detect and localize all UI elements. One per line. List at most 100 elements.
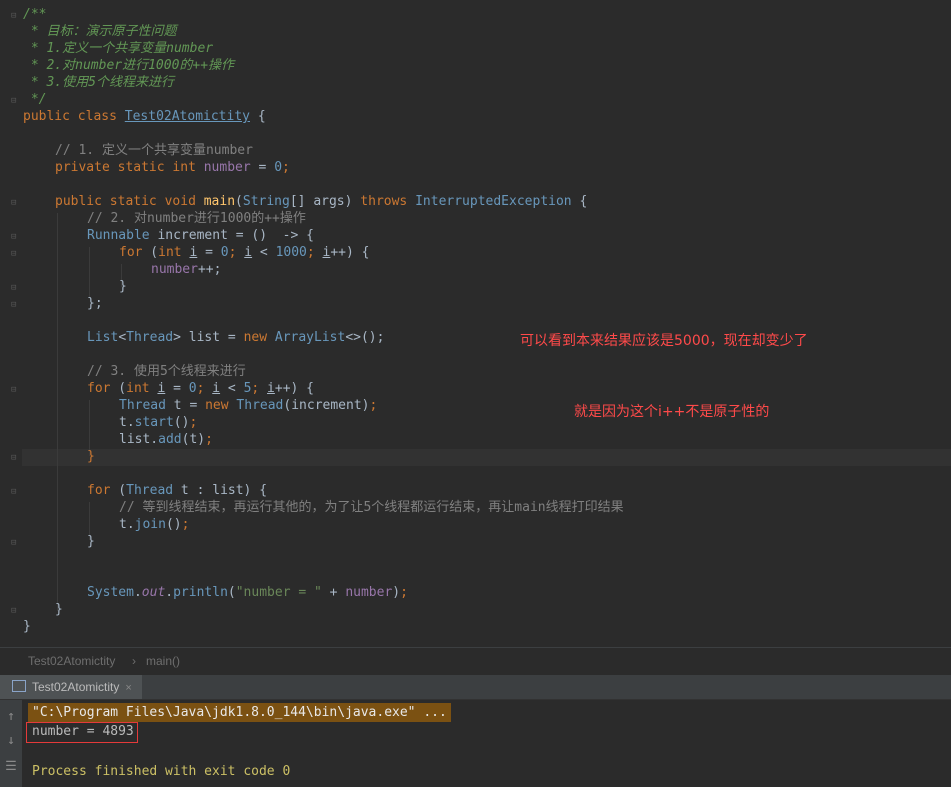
code-line: } xyxy=(119,279,127,294)
breadcrumb-method[interactable]: main() xyxy=(146,654,180,668)
fold-icon[interactable]: ⊟ xyxy=(11,12,20,21)
code-line: * 1.定义一个共享变量number xyxy=(23,41,214,56)
code-token: join xyxy=(134,517,166,532)
console-finished-line: Process finished with exit code 0 xyxy=(32,764,291,779)
code-line: for (int i = 0; i < 5; i++) { xyxy=(87,380,314,397)
code-token: Thread xyxy=(119,398,166,413)
arrow-down-icon[interactable]: ↓ xyxy=(4,734,18,748)
fold-icon[interactable]: ⊟ xyxy=(11,250,20,259)
code-token: ) xyxy=(197,432,206,447)
run-config-icon xyxy=(12,680,26,692)
code-token: i xyxy=(212,381,221,396)
code-token: println xyxy=(173,585,228,600)
fold-icon[interactable]: ⊟ xyxy=(11,301,20,310)
fold-icon[interactable]: ⊟ xyxy=(11,539,20,548)
code-line: } xyxy=(87,534,95,549)
code-token: void xyxy=(164,194,196,209)
fold-icon[interactable]: ⊟ xyxy=(11,199,20,208)
fold-icon[interactable]: ⊟ xyxy=(11,97,20,106)
code-token: Thread xyxy=(236,398,284,413)
code-token: new xyxy=(205,398,229,413)
code-line: for (Thread t : list) { xyxy=(87,482,267,499)
fold-icon[interactable]: ⊟ xyxy=(11,607,20,616)
code-token: ; xyxy=(282,160,290,175)
code-token: for xyxy=(87,381,111,396)
code-editor[interactable]: ⊟ ⊟ ⊟ ⊟ ⊟ ⊟ ⊟ ⊟ ⊟ ⊟ ⊟ ⊟ /** * 目标：演示原子性问题… xyxy=(0,0,951,647)
code-token: main xyxy=(203,194,236,209)
code-line: System.out.println("number = " + number)… xyxy=(87,584,408,601)
close-icon[interactable]: × xyxy=(125,682,131,694)
code-line: * 2.对number进行1000的++操作 xyxy=(23,58,235,73)
code-token: (); xyxy=(165,517,190,532)
code-line: Runnable increment = () -> { xyxy=(87,227,314,244)
code-line: // 等到线程结束，再运行其他的，为了让5个线程都运行结束，再让main线程打印… xyxy=(119,499,624,516)
code-line: for (int i = 0; i < 1000; i++) { xyxy=(119,244,370,261)
code-token: ; xyxy=(228,245,237,260)
code-token: 0 xyxy=(188,381,197,396)
annotation-note: 就是因为这个i++不是原子性的 xyxy=(574,404,770,420)
code-token: "number = " xyxy=(235,585,322,600)
code-token: ); xyxy=(361,398,378,413)
code-line: * 3.使用5个线程来进行 xyxy=(23,75,174,90)
code-token: ) xyxy=(361,398,370,413)
code-token: int xyxy=(158,245,182,260)
fold-icon[interactable]: ⊟ xyxy=(11,488,20,497)
code-token: i xyxy=(157,381,166,396)
code-line: } xyxy=(87,449,95,464)
code-token: start xyxy=(134,415,174,430)
code-token: public xyxy=(55,194,102,209)
code-token: throws xyxy=(360,194,408,209)
code-line: }; xyxy=(87,296,103,311)
code-text: System.out.println("number = " + number)… xyxy=(87,585,408,600)
run-tab-label: Test02Atomictity xyxy=(32,680,120,694)
code-token: i xyxy=(322,245,331,260)
code-token: int xyxy=(172,160,196,175)
run-tab[interactable]: Test02Atomictity × xyxy=(0,675,142,699)
code-text: for (Thread t : list) { xyxy=(87,483,268,498)
code-token: i xyxy=(189,245,198,260)
code-token: ArrayList xyxy=(274,330,346,345)
code-token: i xyxy=(244,245,253,260)
code-text: list.add(t); xyxy=(119,432,213,447)
code-token: ) xyxy=(392,585,401,600)
arrow-up-icon[interactable]: ↑ xyxy=(4,710,18,724)
code-token: i xyxy=(267,381,275,396)
console-command: "C:\Program Files\Java\jdk1.8.0_144\bin\… xyxy=(28,703,451,722)
code-token: () xyxy=(173,415,190,430)
fold-icon[interactable]: ⊟ xyxy=(11,454,20,463)
indent-guide xyxy=(57,213,58,611)
fold-icon[interactable]: ⊟ xyxy=(11,233,20,242)
fold-icon[interactable]: ⊟ xyxy=(11,386,20,395)
code-token: String xyxy=(242,194,290,209)
code-token: List xyxy=(87,330,119,345)
code-text: List<Thread> list = new ArrayList<>(); xyxy=(87,330,385,345)
breadcrumb: Test02Atomictity › main() xyxy=(0,647,951,676)
code-token: out xyxy=(141,585,166,600)
breadcrumb-class[interactable]: Test02Atomictity xyxy=(28,654,115,668)
code-line: private static int number = 0; xyxy=(55,159,290,176)
console-toolbar: ↑ ↓ ☰ xyxy=(0,700,22,787)
console-output-line: number = 4893 xyxy=(32,724,134,739)
code-line: } xyxy=(55,602,63,617)
code-line: /** xyxy=(23,7,47,22)
code-token: Thread xyxy=(126,330,174,345)
code-token: Runnable xyxy=(87,228,150,243)
fold-icon[interactable]: ⊟ xyxy=(11,284,20,293)
code-token: ; xyxy=(251,381,260,396)
code-token: 1000 xyxy=(275,245,307,260)
code-token: int xyxy=(126,381,150,396)
wrap-icon[interactable]: ☰ xyxy=(4,760,18,774)
code-token: public xyxy=(23,109,70,124)
code-text: for (int i = 0; i < 1000; i++) { xyxy=(119,245,370,260)
code-line: * 目标：演示原子性问题 xyxy=(23,24,177,39)
code-token: add xyxy=(158,432,182,447)
code-text: public static void main(String[] args) t… xyxy=(55,194,588,209)
code-text: t.start(); xyxy=(119,415,198,430)
code-text: number++; xyxy=(151,262,222,277)
code-comment: // 3. 使用5个线程来进行 xyxy=(87,364,246,379)
code-line: } xyxy=(23,619,31,634)
code-text: Runnable increment = () -> { xyxy=(87,228,314,243)
code-token: Thread xyxy=(126,483,174,498)
code-token: () xyxy=(165,517,182,532)
code-token: ); xyxy=(197,432,213,447)
